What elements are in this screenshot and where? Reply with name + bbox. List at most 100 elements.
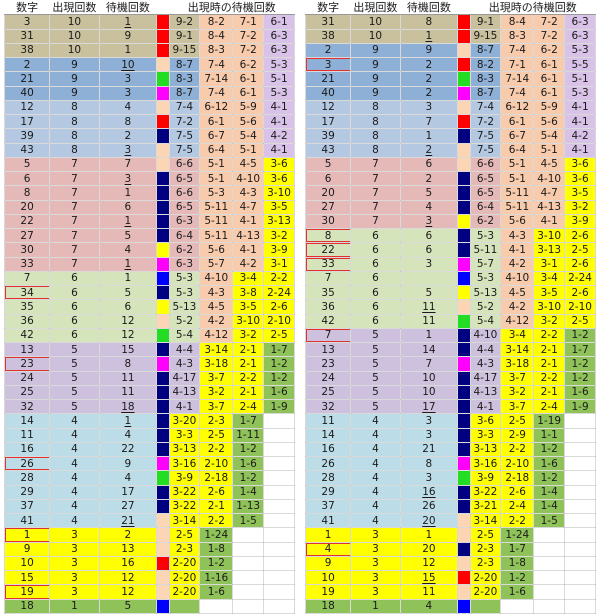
history-cell-1: 6-6 bbox=[168, 185, 201, 201]
appearance-count-cell: 10 bbox=[49, 28, 100, 44]
history-cell-4: 6-3 bbox=[263, 28, 295, 44]
table-row: 7 5 1 4-10 3-4 2-2 1-2 bbox=[304, 327, 596, 344]
number-cell: 30 bbox=[304, 213, 352, 230]
table-row: 27 7 4 6-4 5-11 4-13 3-2 bbox=[304, 199, 596, 215]
color-marker bbox=[457, 71, 471, 87]
color-marker bbox=[156, 128, 170, 144]
table-row: 20 7 6 6-5 5-11 4-7 3-5 bbox=[3, 199, 295, 215]
color-marker bbox=[156, 598, 170, 614]
header-number: 数字 bbox=[4, 0, 50, 16]
color-marker bbox=[457, 598, 471, 614]
color-marker bbox=[457, 242, 471, 258]
history-cell-2: 5-6 bbox=[199, 242, 234, 258]
history-cell-4: 4-2 bbox=[564, 128, 596, 144]
color-marker bbox=[156, 227, 170, 244]
table-row: 31 10 9 9-1 8-4 7-2 6-3 bbox=[3, 28, 295, 44]
color-marker bbox=[457, 455, 471, 472]
history-cell-4: 5-3 bbox=[564, 85, 596, 101]
appearance-count-cell: 4 bbox=[350, 455, 401, 472]
wait-count-cell: 11 bbox=[98, 384, 158, 401]
number-cell: 34 bbox=[3, 284, 51, 301]
number-cell: 18 bbox=[304, 598, 352, 614]
color-marker bbox=[457, 14, 471, 30]
history-cell-2: 8-4 bbox=[199, 28, 234, 44]
history-cell-2: 4-2 bbox=[500, 299, 535, 315]
appearance-count-cell: 9 bbox=[350, 85, 401, 101]
history-cell-4 bbox=[564, 441, 596, 458]
table-row: 25 5 11 4-13 3-2 2-1 1-6 bbox=[3, 384, 295, 401]
history-cell-4: 1-2 bbox=[564, 370, 596, 386]
table-row: 39 8 1 7-5 6-7 5-4 4-2 bbox=[304, 128, 596, 144]
number-cell: 32 bbox=[3, 398, 51, 415]
appearance-count-cell: 6 bbox=[350, 227, 401, 244]
wait-count-cell: 11 bbox=[399, 584, 459, 600]
wait-count-cell: 14 bbox=[399, 341, 459, 358]
number-cell: 14 bbox=[3, 413, 51, 429]
history-cell-3: 1-7 bbox=[232, 413, 265, 429]
wait-count-cell: 1 bbox=[98, 270, 158, 287]
history-cell-4: 1-9 bbox=[263, 398, 295, 415]
history-cell-1: 4-4 bbox=[168, 341, 201, 358]
table-row: 2 9 9 8-7 7-4 6-2 5-3 bbox=[304, 42, 596, 59]
appearance-count-cell: 3 bbox=[350, 555, 401, 572]
appearance-count-cell: 1 bbox=[49, 598, 100, 614]
history-cell-4: 3-9 bbox=[564, 213, 596, 230]
appearance-count-cell: 3 bbox=[350, 569, 401, 586]
history-cell-4: 1-6 bbox=[263, 384, 295, 401]
appearance-count-cell: 4 bbox=[49, 498, 100, 515]
history-cell-2: 7-4 bbox=[199, 85, 234, 101]
color-marker bbox=[156, 555, 170, 572]
history-cell-3 bbox=[533, 584, 566, 600]
table-row: 32 5 18 4-1 3-7 2-4 1-9 bbox=[3, 398, 295, 415]
table-row: 29 4 16 3-22 2-6 1-4 bbox=[304, 484, 596, 500]
appearance-count-cell: 7 bbox=[350, 185, 401, 201]
history-cell-3: 4-13 bbox=[533, 199, 566, 215]
history-cell-3 bbox=[533, 541, 566, 557]
history-cell-1: 2-3 bbox=[469, 541, 502, 557]
history-cell-4: 6-1 bbox=[263, 14, 295, 30]
color-marker bbox=[156, 213, 170, 230]
history-cell-4 bbox=[564, 455, 596, 472]
appearance-count-cell: 6 bbox=[49, 270, 100, 287]
history-cell-2: 6-12 bbox=[500, 99, 535, 116]
history-cell-4 bbox=[564, 427, 596, 443]
color-marker bbox=[457, 484, 471, 500]
history-cell-3: 7-2 bbox=[533, 28, 566, 44]
history-cell-4: 2-6 bbox=[263, 299, 295, 315]
wait-count-cell: 1 bbox=[98, 14, 158, 30]
history-cell-1 bbox=[168, 598, 201, 614]
color-marker bbox=[457, 541, 471, 557]
header-appearance-count: 出現回数 bbox=[49, 0, 100, 16]
wait-count-cell: 3 bbox=[399, 99, 459, 116]
color-marker bbox=[457, 356, 471, 372]
history-cell-3: 7-2 bbox=[533, 14, 566, 30]
history-cell-2: 3-18 bbox=[199, 356, 234, 372]
color-marker bbox=[156, 384, 170, 401]
wait-count-cell: 6 bbox=[98, 299, 158, 315]
history-cell-2: 6-1 bbox=[500, 113, 535, 130]
history-cell-4: 1-2 bbox=[564, 327, 596, 344]
history-cell-2: 4-3 bbox=[199, 284, 234, 301]
history-cell-4: 3-6 bbox=[564, 156, 596, 173]
color-marker bbox=[156, 413, 170, 429]
number-cell: 43 bbox=[304, 142, 352, 158]
table-row: 26 4 9 3-16 2-10 1-6 bbox=[3, 455, 295, 472]
color-marker bbox=[457, 512, 471, 529]
table-row: 17 8 7 7-2 6-1 5-6 4-1 bbox=[304, 113, 596, 130]
number-cell: 20 bbox=[3, 199, 51, 215]
color-marker bbox=[457, 327, 471, 344]
history-cell-2: 5-1 bbox=[500, 156, 535, 173]
history-cell-3: 5-6 bbox=[533, 113, 566, 130]
wait-count-cell: 7 bbox=[399, 113, 459, 130]
table-row: 13 5 15 4-4 3-14 2-1 1-7 bbox=[3, 341, 295, 358]
history-cell-2: 2-4 bbox=[500, 498, 535, 515]
history-cell-2: 2-2 bbox=[500, 512, 535, 529]
wait-count-cell: 5 bbox=[399, 284, 459, 301]
history-cell-1: 3-22 bbox=[168, 484, 201, 500]
history-cell-1: 4-17 bbox=[168, 370, 201, 386]
history-cell-2: 6-12 bbox=[199, 99, 234, 116]
history-cell-4: 3-1 bbox=[263, 256, 295, 272]
history-cell-2: 7-4 bbox=[199, 56, 234, 73]
table-row: 27 7 5 6-4 5-11 4-13 3-2 bbox=[3, 227, 295, 244]
color-marker bbox=[156, 327, 170, 344]
